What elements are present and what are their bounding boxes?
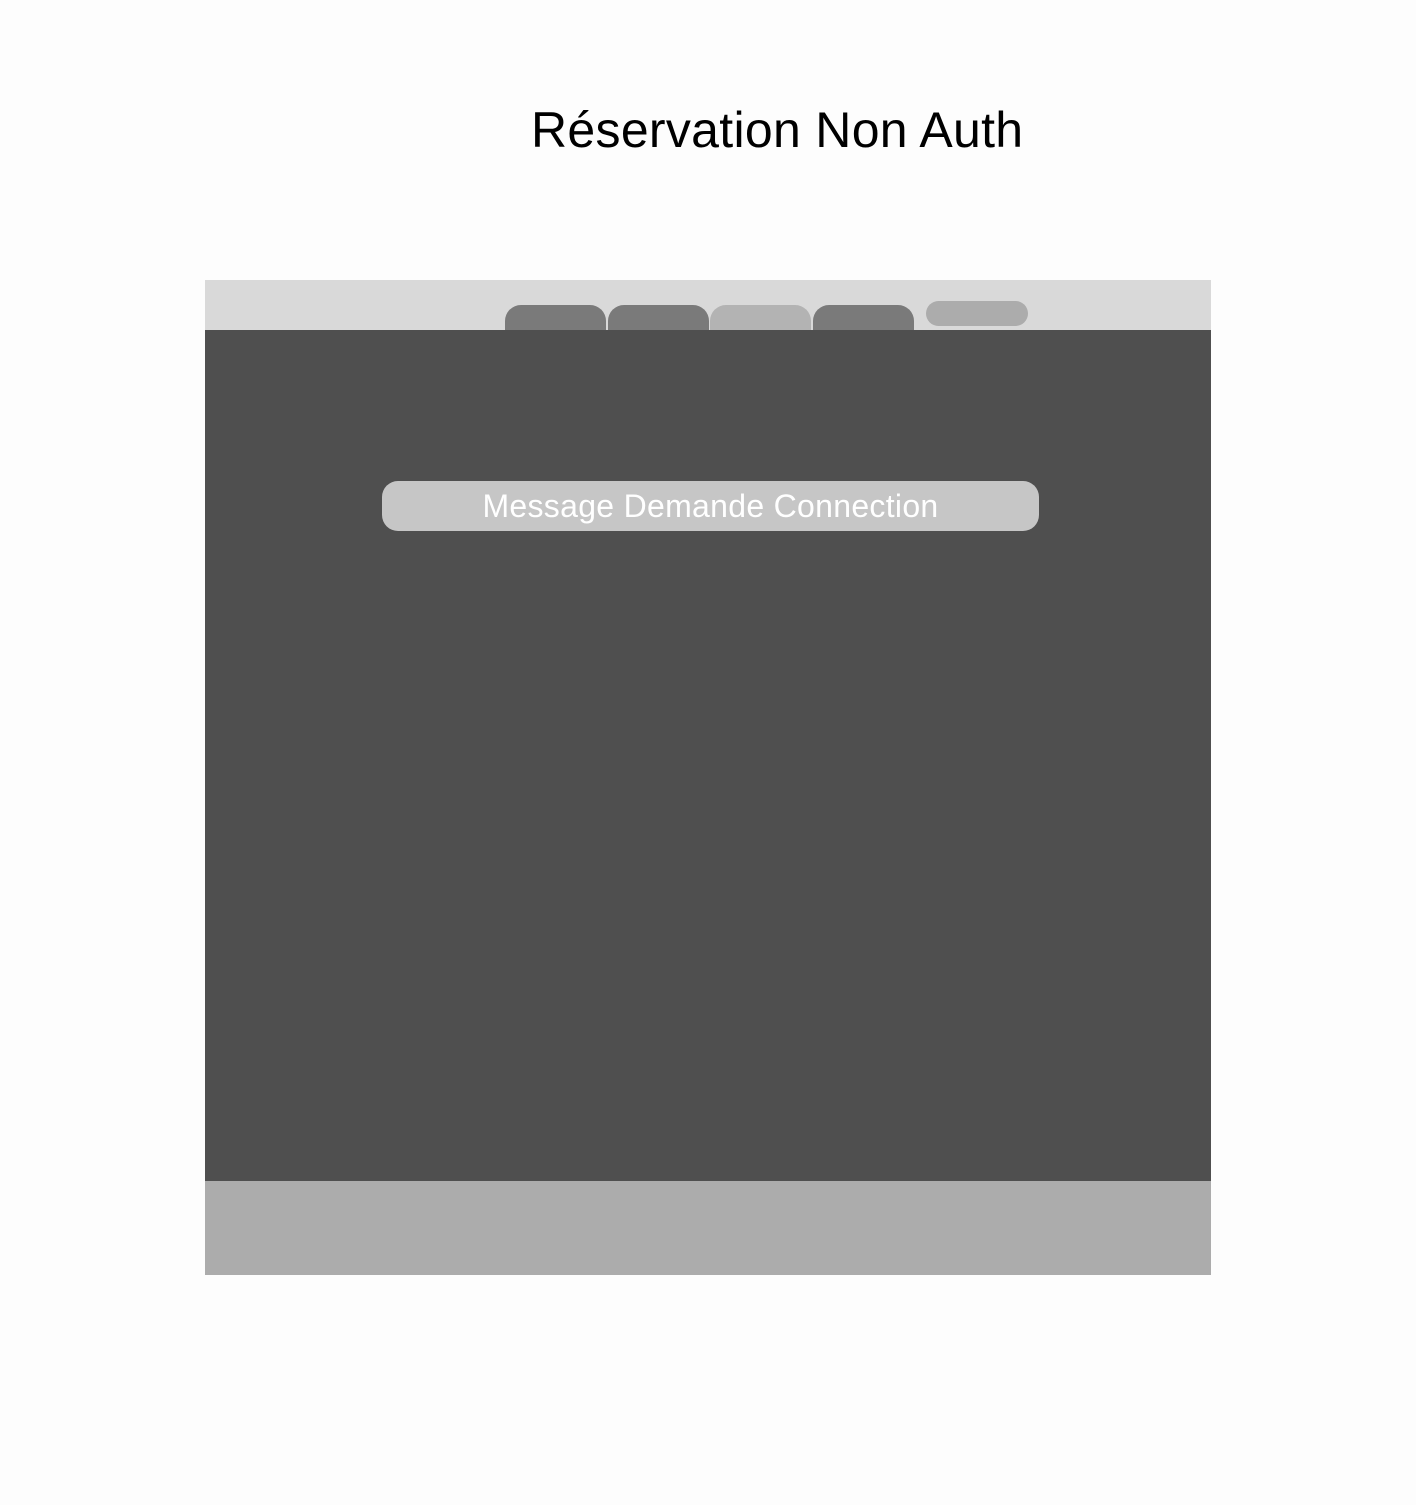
footer-bar — [205, 1181, 1211, 1275]
nav-tab-3-active[interactable] — [710, 305, 811, 330]
connection-request-message: Message Demande Connection — [382, 481, 1039, 531]
nav-tab-2[interactable] — [608, 305, 709, 330]
main-content: Message Demande Connection — [205, 330, 1211, 1181]
nav-tab-4[interactable] — [813, 305, 914, 330]
header-bar — [205, 280, 1211, 330]
wireframe-window: Message Demande Connection — [205, 280, 1211, 1275]
page-title: Réservation Non Auth — [531, 102, 1024, 158]
header-pill-button[interactable] — [926, 301, 1028, 326]
nav-tab-1[interactable] — [505, 305, 606, 330]
